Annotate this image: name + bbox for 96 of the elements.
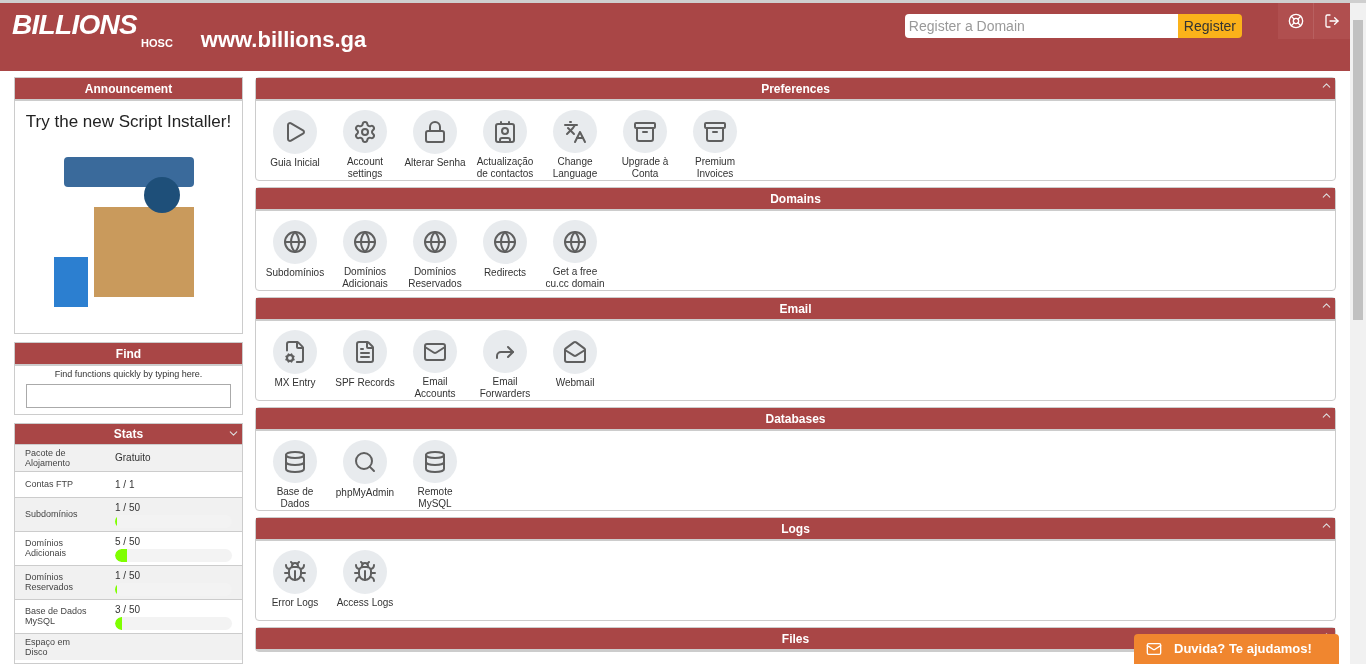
tool-link[interactable]: Alterar Senha: [400, 110, 470, 180]
tool-label: Subdomínios: [264, 267, 326, 279]
panel-title: Stats: [15, 423, 242, 444]
tool-link[interactable]: SPF Records: [330, 330, 400, 400]
tool-label: Guia Inicial: [269, 157, 321, 169]
tool-label: Remote MySQL: [416, 486, 454, 510]
tool-link[interactable]: Domínios Adicionais: [330, 220, 400, 290]
tool-label: Domínios Adicionais: [341, 266, 389, 290]
envelope-icon: [1146, 641, 1162, 657]
section-title: Databases: [256, 408, 1335, 431]
panel-title: Find: [15, 343, 242, 366]
panel-title: Announcement: [15, 78, 242, 101]
padlock-icon: [423, 120, 447, 144]
tool-label: Email Forwarders: [478, 376, 532, 400]
translate-icon: [563, 119, 587, 144]
globe-icon: [493, 230, 517, 254]
logout-button[interactable]: [1314, 3, 1350, 39]
logo-text: BILLIONS: [12, 11, 138, 39]
lifebuoy-icon: [1287, 13, 1304, 29]
tool-link[interactable]: Base de Dados: [260, 440, 330, 510]
tool-label: Redirects: [482, 267, 528, 279]
tool-label: MX Entry: [273, 377, 317, 389]
tool-label: Webmail: [554, 377, 596, 389]
database-icon: [423, 449, 447, 474]
stat-label: Pacote de Alojamento: [25, 447, 72, 468]
tool-link[interactable]: Get a free cu.cc domain: [540, 220, 610, 290]
tool-link[interactable]: Error Logs: [260, 550, 330, 620]
tool-link[interactable]: Domínios Reservados: [400, 220, 470, 290]
stat-label: Subdomínios: [25, 509, 79, 519]
tool-link[interactable]: Change Language: [540, 110, 610, 180]
tool-label: Account settings: [345, 156, 385, 180]
tool-label: Base de Dados: [275, 486, 315, 510]
bug-icon: [283, 560, 307, 584]
globe-icon: [353, 229, 377, 254]
section-title: Logs: [256, 518, 1335, 541]
tool-link[interactable]: MX Entry: [260, 330, 330, 400]
stat-value: 1 / 50: [115, 500, 142, 514]
globe-icon: [423, 229, 447, 254]
logout-icon: [1324, 13, 1340, 29]
stat-label: Contas FTP: [25, 479, 74, 489]
tool-link[interactable]: Email Accounts: [400, 330, 470, 400]
tool-label: Change Language: [551, 156, 599, 180]
stat-label: Domínios Adicionais: [25, 538, 68, 558]
tool-link[interactable]: Remote MySQL: [400, 440, 470, 510]
open-envelope-icon: [563, 340, 587, 364]
stat-value: 5 / 50: [115, 534, 142, 548]
tool-link[interactable]: Subdomínios: [260, 220, 330, 290]
site-address: www.billions.ga: [200, 26, 367, 54]
domain-search-field[interactable]: Register a Domain: [904, 14, 1178, 38]
tool-link[interactable]: Actualização de contactos: [470, 110, 540, 180]
find-field[interactable]: [26, 383, 231, 408]
archive-box-icon: [633, 119, 657, 144]
tool-link[interactable]: phpMyAdmin: [330, 440, 400, 510]
stat-label: Base de Dados MySQL: [25, 606, 88, 626]
stat-value: 1 / 1: [115, 477, 135, 491]
tool-label: Error Logs: [270, 597, 320, 609]
section-title: Email: [256, 298, 1335, 321]
tool-label: Domínios Reservados: [407, 266, 463, 290]
tool-link[interactable]: Account settings: [330, 110, 400, 180]
tool-link[interactable]: Redirects: [470, 220, 540, 290]
tool-link[interactable]: Upgrade à Conta: [610, 110, 680, 180]
register-button[interactable]: Register: [1177, 14, 1242, 38]
tool-label: Premium Invoices: [694, 156, 736, 180]
tool-label: Alterar Senha: [403, 157, 467, 169]
globe-icon: [563, 229, 587, 254]
logo-subtext: HOSC: [141, 38, 173, 49]
tool-label: phpMyAdmin: [334, 487, 396, 499]
tool-label: Email Accounts: [413, 376, 457, 400]
tool-label: Upgrade à Conta: [620, 156, 670, 180]
document-icon: [353, 340, 377, 364]
bug-icon: [353, 560, 377, 584]
announcement-text: Try the new Script Installer!: [25, 111, 232, 133]
help-button[interactable]: [1278, 3, 1314, 39]
stat-value: 1 / 50: [115, 568, 142, 582]
tool-link[interactable]: Webmail: [540, 330, 610, 400]
tool-label: Access Logs: [335, 597, 395, 609]
archive-box-icon: [703, 119, 727, 144]
find-hint: Find functions quickly by typing here.: [54, 368, 203, 381]
section-title: Preferences: [256, 78, 1335, 101]
tool-label: SPF Records: [334, 377, 396, 389]
tool-label: Get a free cu.cc domain: [544, 266, 606, 290]
document-gear-icon: [283, 340, 307, 364]
gear-icon: [353, 119, 377, 144]
tool-label: Actualização de contactos: [475, 156, 535, 180]
database-icon: [283, 449, 307, 474]
contact-card-icon: [493, 119, 517, 144]
stat-label: Domínios Reservados: [25, 572, 75, 592]
stat-label: Espaço em Disco: [25, 636, 72, 657]
tool-link[interactable]: Premium Invoices: [680, 110, 750, 180]
stat-value: Gratuito: [115, 450, 151, 464]
tool-link[interactable]: Guia Inicial: [260, 110, 330, 180]
globe-icon: [283, 230, 307, 254]
section-title: Domains: [256, 188, 1335, 211]
tool-link[interactable]: Email Forwarders: [470, 330, 540, 400]
stat-value: 3 / 50: [115, 602, 142, 616]
tool-link[interactable]: Access Logs: [330, 550, 400, 620]
